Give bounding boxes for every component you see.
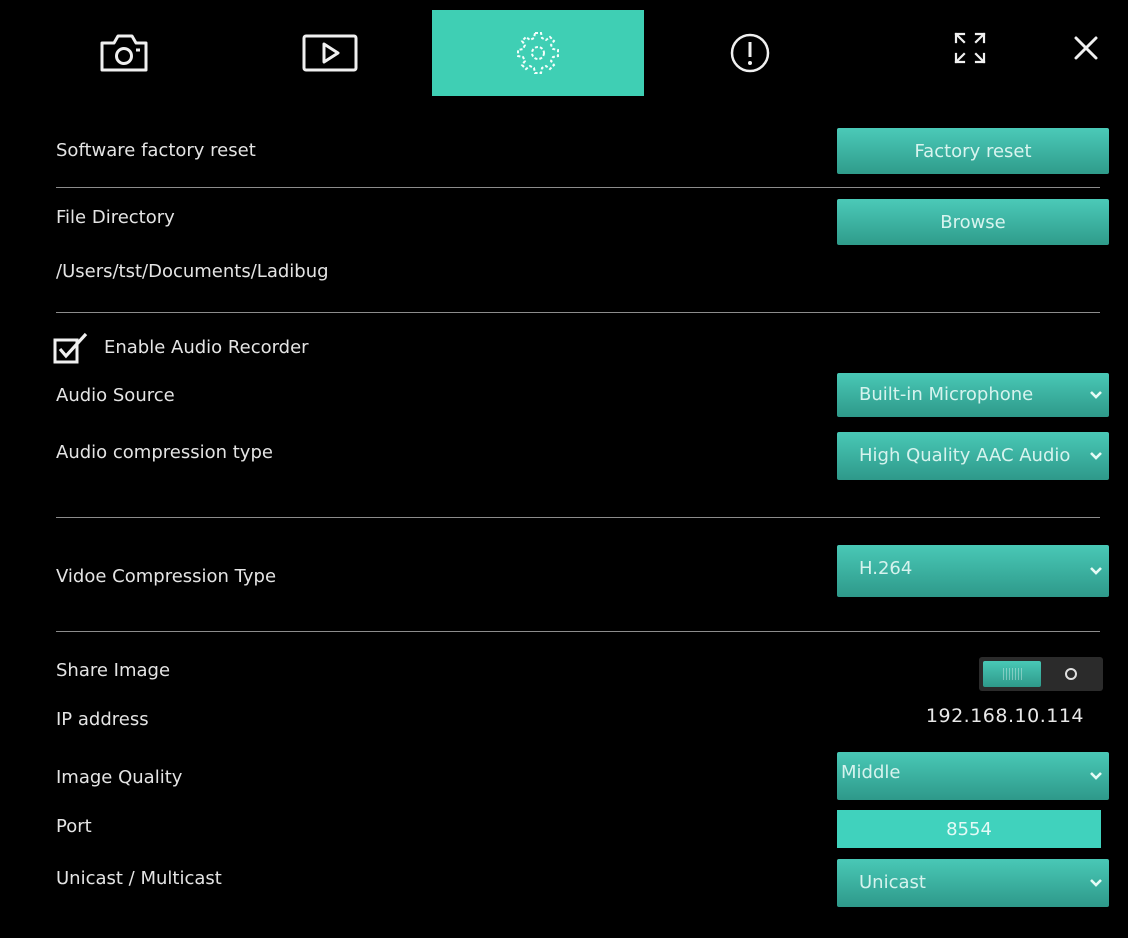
video-compression-label: Vidoe Compression Type	[56, 566, 277, 587]
play-icon	[302, 34, 358, 72]
toggle-knob	[983, 661, 1041, 687]
share-image-toggle[interactable]	[979, 657, 1103, 691]
cast-mode-value: Unicast	[859, 872, 926, 893]
checkbox-checked-icon	[53, 332, 88, 364]
audio-compression-select[interactable]: High Quality AAC Audio	[837, 432, 1109, 480]
info-icon	[730, 33, 770, 73]
audio-source-select[interactable]: Built-in Microphone	[837, 373, 1109, 417]
cast-mode-label: Unicast / Multicast	[56, 868, 222, 889]
port-input[interactable]	[837, 810, 1101, 848]
audio-compression-value: High Quality AAC Audio	[859, 445, 1071, 466]
audio-source-label: Audio Source	[56, 385, 175, 406]
camera-icon	[100, 34, 148, 72]
video-compression-select[interactable]: H.264	[837, 545, 1109, 597]
fullscreen-button[interactable]	[950, 28, 990, 68]
file-directory-label: File Directory	[56, 207, 175, 228]
factory-reset-label: Software factory reset	[56, 140, 256, 161]
tab-bar	[0, 0, 1128, 96]
browse-button[interactable]: Browse	[837, 199, 1109, 245]
tab-play[interactable]	[224, 10, 436, 96]
tab-camera[interactable]	[18, 10, 230, 96]
divider	[56, 631, 1100, 632]
chevron-down-icon	[1087, 859, 1105, 907]
tab-settings[interactable]	[432, 10, 644, 96]
image-quality-select[interactable]: Middle	[837, 752, 1109, 800]
toggle-off-indicator	[1065, 668, 1077, 680]
image-quality-value: Middle	[841, 762, 901, 783]
close-icon	[1074, 36, 1098, 60]
enable-audio-label: Enable Audio Recorder	[104, 337, 309, 358]
divider	[56, 312, 1100, 313]
image-quality-label: Image Quality	[56, 767, 183, 788]
file-directory-path: /Users/tst/Documents/Ladibug	[56, 261, 329, 282]
chevron-down-icon	[1087, 432, 1105, 480]
enable-audio-checkbox[interactable]	[53, 331, 89, 365]
divider	[56, 187, 1100, 188]
audio-source-value: Built-in Microphone	[859, 384, 1034, 405]
port-label: Port	[56, 816, 92, 837]
fullscreen-icon	[954, 32, 986, 64]
chevron-down-icon	[1087, 752, 1105, 800]
tab-info[interactable]	[644, 10, 856, 96]
divider	[56, 517, 1100, 518]
chevron-down-icon	[1087, 373, 1105, 417]
gear-icon	[517, 32, 559, 74]
video-compression-value: H.264	[859, 558, 913, 579]
cast-mode-select[interactable]: Unicast	[837, 859, 1109, 907]
share-image-label: Share Image	[56, 660, 171, 681]
close-button[interactable]	[1066, 28, 1106, 68]
ip-address-label: IP address	[56, 709, 149, 730]
chevron-down-icon	[1087, 545, 1105, 597]
audio-compression-label: Audio compression type	[56, 442, 273, 463]
ip-address-value: 192.168.10.114	[925, 705, 1084, 727]
factory-reset-button[interactable]: Factory reset	[837, 128, 1109, 174]
